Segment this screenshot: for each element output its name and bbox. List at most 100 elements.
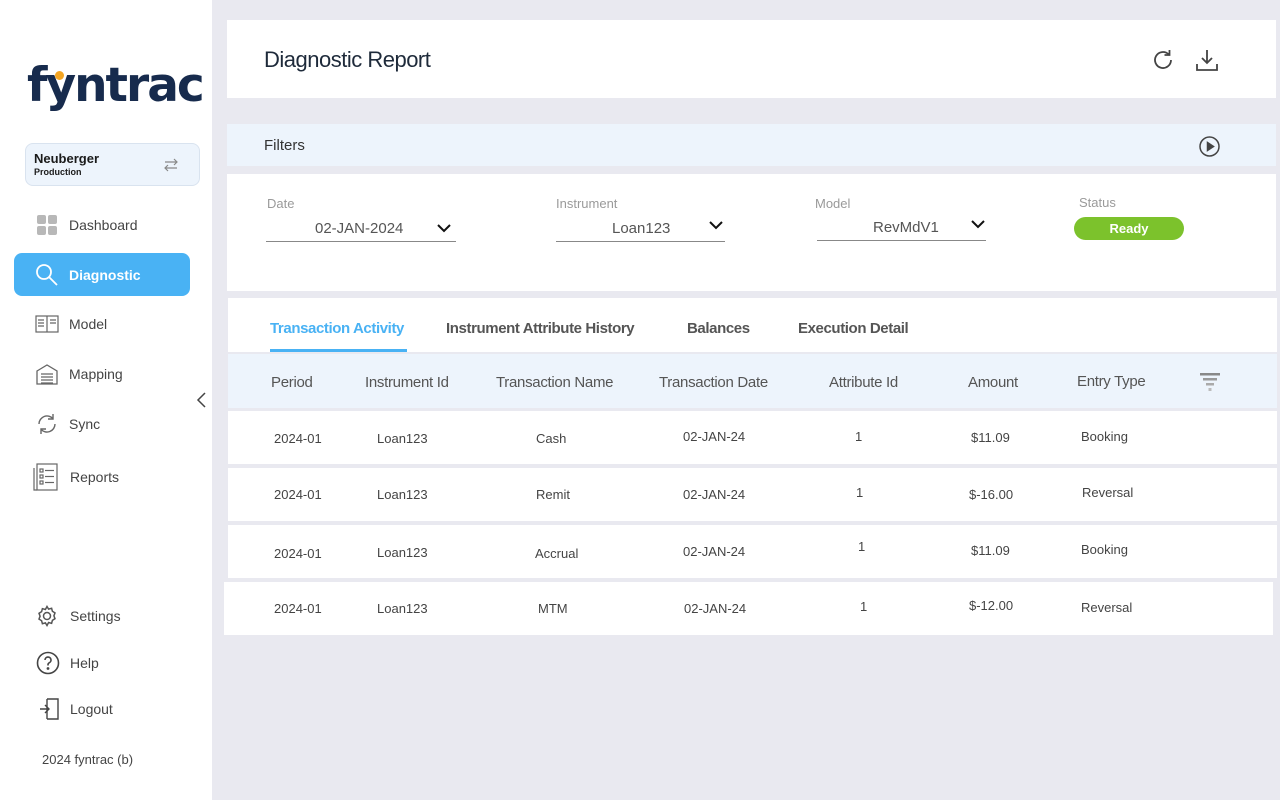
cell-transaction-name: MTM bbox=[538, 601, 568, 616]
model-select[interactable]: RevMdV1 bbox=[817, 213, 986, 241]
play-icon bbox=[1199, 136, 1220, 157]
sidebar-item-label: Logout bbox=[70, 700, 113, 717]
copyright-text: 2024 fyntrac (b) bbox=[42, 752, 134, 767]
sidebar-item-model[interactable]: Model bbox=[14, 302, 190, 345]
refresh-icon bbox=[1154, 50, 1172, 69]
cell-amount: $11.09 bbox=[971, 543, 1010, 558]
cell-transaction-name: Accrual bbox=[535, 546, 579, 561]
search-icon bbox=[36, 264, 58, 286]
collapse-sidebar-button[interactable] bbox=[194, 390, 210, 410]
instrument-select[interactable]: Loan123 bbox=[556, 214, 725, 242]
column-header-attribute-id: Attribute Id bbox=[829, 374, 898, 391]
sidebar-item-label: Settings bbox=[70, 607, 121, 624]
column-header-entry-type: Entry Type bbox=[1077, 373, 1146, 390]
cell-transaction-date: 02-JAN-24 bbox=[683, 487, 746, 502]
table-header: Period Instrument Id Transaction Name Tr… bbox=[228, 354, 1277, 408]
cell-instrument-id: Loan123 bbox=[377, 545, 428, 560]
logout-icon bbox=[40, 698, 59, 720]
logo-dot bbox=[55, 71, 64, 80]
building-icon bbox=[36, 364, 58, 385]
cell-transaction-date: 02-JAN-24 bbox=[684, 601, 747, 616]
sidebar-item-sync[interactable]: Sync bbox=[14, 402, 190, 445]
tab-bar: Transaction Activity Instrument Attribut… bbox=[228, 298, 1277, 352]
cell-transaction-name: Remit bbox=[536, 487, 570, 502]
column-header-transaction-date: Transaction Date bbox=[659, 374, 768, 391]
column-header-amount: Amount bbox=[968, 374, 1018, 391]
table-row[interactable]: 2024-01 Loan123 Accrual 02-JAN-24 1 $11.… bbox=[228, 525, 1277, 578]
cell-transaction-name: Cash bbox=[536, 431, 567, 446]
sidebar-item-logout[interactable]: Logout bbox=[14, 687, 190, 730]
chevron-down-icon bbox=[971, 220, 985, 229]
filters-title: Filters bbox=[264, 137, 305, 154]
sidebar: fyntrac Neuberger Production Dashboard D… bbox=[0, 0, 212, 800]
cell-period: 2024-01 bbox=[274, 546, 322, 561]
run-button[interactable] bbox=[1199, 136, 1220, 157]
table-row[interactable]: 2024-01 Loan123 Cash 02-JAN-24 1 $11.09 … bbox=[228, 411, 1277, 464]
refresh-button[interactable] bbox=[1150, 47, 1176, 73]
cell-amount: $-12.00 bbox=[969, 598, 1014, 613]
sidebar-item-diagnostic[interactable]: Diagnostic bbox=[14, 253, 190, 296]
sidebar-item-label: Reports bbox=[70, 468, 120, 485]
cell-entry-type: Booking bbox=[1081, 542, 1128, 557]
status-label: Status bbox=[1079, 195, 1116, 210]
cell-instrument-id: Loan123 bbox=[377, 487, 428, 502]
cell-transaction-date: 02-JAN-24 bbox=[683, 544, 746, 559]
cell-attribute-id: 1 bbox=[860, 599, 868, 614]
book-icon bbox=[35, 315, 59, 333]
sidebar-item-label: Diagnostic bbox=[69, 266, 141, 283]
chevron-down-icon bbox=[437, 224, 451, 233]
instrument-label: Instrument bbox=[556, 196, 618, 211]
sidebar-item-mapping[interactable]: Mapping bbox=[14, 352, 190, 395]
sidebar-item-help[interactable]: Help bbox=[14, 641, 190, 684]
org-environment: Production bbox=[34, 167, 82, 177]
tab-execution-detail[interactable]: Execution Detail bbox=[798, 320, 909, 337]
page-header: Diagnostic Report bbox=[227, 20, 1276, 98]
sidebar-item-dashboard[interactable]: Dashboard bbox=[14, 203, 190, 246]
cell-instrument-id: Loan123 bbox=[377, 601, 428, 616]
page-title: Diagnostic Report bbox=[264, 47, 431, 72]
table-row[interactable]: 2024-01 Loan123 Remit 02-JAN-24 1 $-16.0… bbox=[228, 468, 1277, 521]
swap-icon[interactable] bbox=[163, 157, 179, 173]
cell-period: 2024-01 bbox=[274, 601, 322, 616]
sidebar-item-label: Dashboard bbox=[69, 216, 138, 233]
instrument-value: Loan123 bbox=[612, 220, 671, 237]
download-button[interactable] bbox=[1194, 47, 1220, 73]
brand-logo[interactable]: fyntrac bbox=[27, 62, 205, 109]
cell-entry-type: Reversal bbox=[1082, 485, 1134, 500]
filter-icon[interactable] bbox=[1199, 371, 1221, 393]
tab-instrument-attribute-history[interactable]: Instrument Attribute History bbox=[446, 320, 635, 337]
sidebar-item-label: Mapping bbox=[69, 365, 123, 382]
date-label: Date bbox=[267, 196, 295, 211]
filter-panel: Date 02-JAN-2024 Instrument Loan123 Mode… bbox=[227, 174, 1276, 291]
date-select[interactable]: 02-JAN-2024 bbox=[266, 214, 456, 242]
cell-attribute-id: 1 bbox=[855, 429, 863, 444]
sidebar-item-settings[interactable]: Settings bbox=[14, 594, 190, 637]
column-header-transaction-name: Transaction Name bbox=[496, 374, 614, 391]
org-switcher[interactable]: Neuberger Production bbox=[25, 143, 200, 186]
cell-period: 2024-01 bbox=[274, 487, 322, 502]
cell-period: 2024-01 bbox=[274, 431, 322, 446]
cell-attribute-id: 1 bbox=[858, 539, 866, 554]
model-label: Model bbox=[815, 196, 851, 211]
tab-balances[interactable]: Balances bbox=[687, 320, 750, 337]
org-name: Neuberger bbox=[34, 151, 100, 166]
cell-entry-type: Booking bbox=[1081, 429, 1128, 444]
reports-icon bbox=[33, 463, 58, 491]
status-badge: Ready bbox=[1074, 217, 1184, 240]
cell-amount: $11.09 bbox=[971, 430, 1010, 445]
download-icon bbox=[1196, 50, 1218, 71]
sync-icon bbox=[38, 414, 56, 434]
help-icon bbox=[36, 651, 60, 675]
cell-entry-type: Reversal bbox=[1081, 600, 1133, 615]
cell-transaction-date: 02-JAN-24 bbox=[683, 429, 746, 444]
chevron-down-icon bbox=[709, 221, 723, 230]
dashboard-icon bbox=[37, 215, 57, 235]
table-row[interactable]: 2024-01 Loan123 MTM 02-JAN-24 1 $-12.00 … bbox=[224, 582, 1273, 635]
column-header-instrument-id: Instrument Id bbox=[365, 374, 449, 391]
sidebar-item-label: Sync bbox=[69, 415, 101, 432]
model-value: RevMdV1 bbox=[873, 219, 939, 236]
gear-icon bbox=[38, 604, 56, 628]
tab-transaction-activity[interactable]: Transaction Activity bbox=[270, 320, 404, 337]
chevron-left-icon bbox=[196, 392, 206, 408]
sidebar-item-reports[interactable]: Reports bbox=[14, 455, 190, 498]
